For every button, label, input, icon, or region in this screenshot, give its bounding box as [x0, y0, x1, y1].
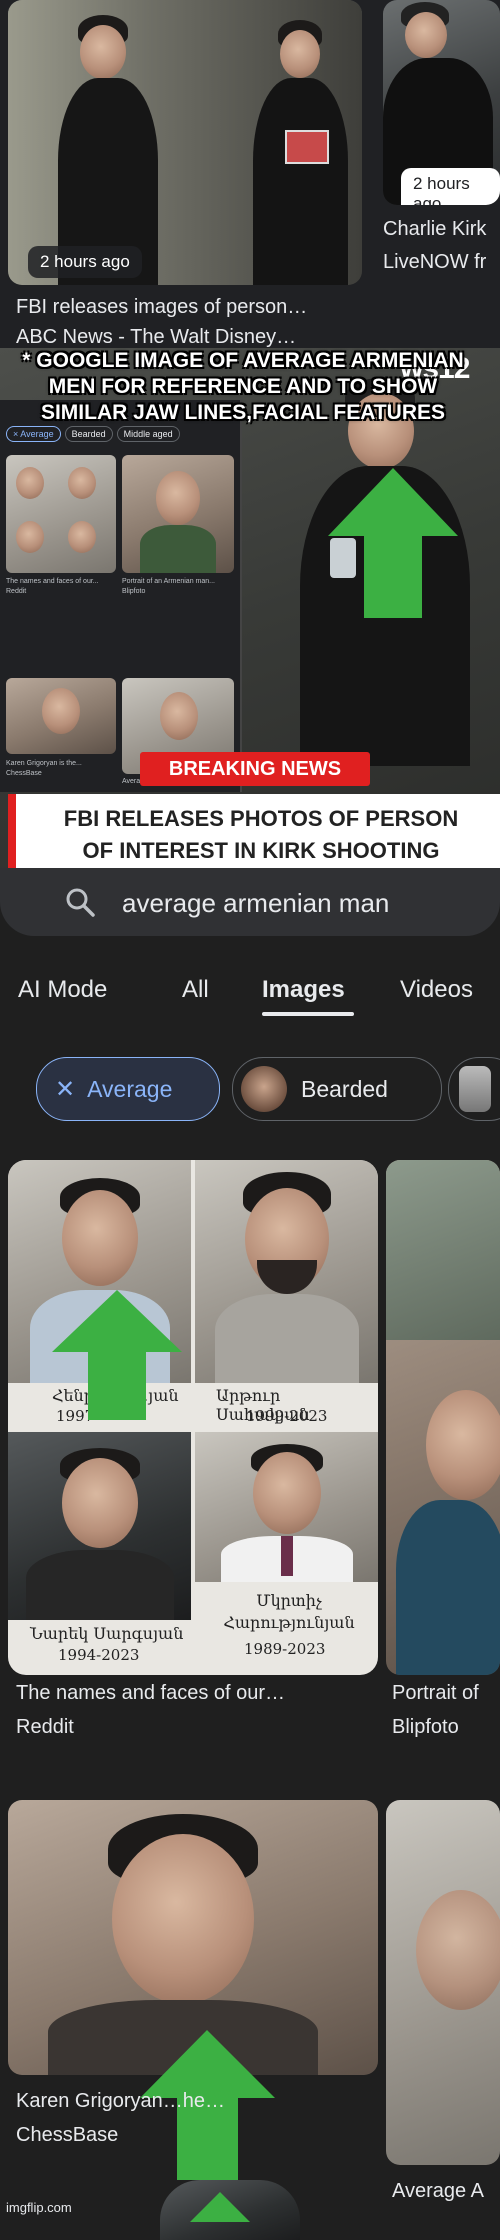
- result-source: ABC News - The Walt Disney…: [16, 326, 297, 348]
- result-source: LiveNOW fr: [383, 251, 487, 273]
- inset-caption: Portrait of an Armenian man...: [122, 578, 215, 585]
- tab-videos[interactable]: Videos: [400, 976, 473, 1004]
- inset-chip: × Average: [6, 426, 61, 442]
- search-icon[interactable]: [64, 886, 96, 918]
- inset-chip: Bearded: [64, 426, 113, 442]
- collage-name: Նարեկ Սարգսյան: [30, 1624, 184, 1643]
- active-tab-indicator: [262, 1012, 354, 1016]
- chip-thumbnail: [241, 1066, 287, 1112]
- time-badge: 2 hours ago: [28, 246, 142, 278]
- inset-caption: Karen Grigoryan is the...: [6, 760, 82, 767]
- tab-all[interactable]: All: [182, 976, 209, 1004]
- inset-source: Reddit: [6, 588, 27, 595]
- chip-label: Average: [87, 1075, 173, 1102]
- result-source: ChessBase: [16, 2124, 119, 2146]
- result-thumbnail-fbi[interactable]: 2 hours ago: [8, 0, 362, 285]
- result-thumbnail-kirk[interactable]: 2 hours ago: [383, 0, 500, 205]
- result-source: Reddit: [16, 1716, 74, 1738]
- headline-line: FBI RELEASES PHOTOS OF PERSON: [63, 806, 459, 831]
- top-results-section: 2 hours ago FBI releases images of perso…: [0, 0, 500, 350]
- time-badge: 2 hours ago: [401, 168, 500, 205]
- arrow-up-icon: [190, 2192, 250, 2222]
- watermark: imgflip.com: [6, 2200, 72, 2215]
- result-thumbnail-portrait[interactable]: [386, 1160, 500, 1675]
- close-icon[interactable]: ✕: [55, 1075, 75, 1104]
- result-caption[interactable]: Charlie Kirk: [383, 218, 486, 241]
- inset-caption: The names and faces of our...: [6, 578, 99, 585]
- search-input[interactable]: average armenian man: [122, 888, 389, 919]
- result-caption[interactable]: Average A: [392, 2180, 484, 2203]
- breaking-news-image: ws12 × Average Bearded Middle aged The n…: [0, 348, 500, 888]
- collage-name: Մկրտիչ Հարությունյան: [223, 1591, 355, 1632]
- collage-years: 1999-2023: [246, 1407, 328, 1425]
- chip-label: Bearded: [301, 1075, 388, 1102]
- collage-years: 1989-2023: [244, 1640, 326, 1658]
- inset-chip: Middle aged: [116, 426, 180, 442]
- chip-bearded[interactable]: Bearded: [232, 1057, 442, 1121]
- result-caption[interactable]: FBI releases images of person…: [16, 296, 307, 319]
- chip-more[interactable]: [448, 1057, 500, 1121]
- search-bar[interactable]: average armenian man: [0, 868, 500, 936]
- tab-images[interactable]: Images: [262, 976, 345, 1004]
- overlay-note: * GOOGLE IMAGE OF AVERAGE ARMENIAN MEN F…: [22, 349, 464, 424]
- arrow-up-icon: [328, 468, 458, 618]
- inset-source: ChessBase: [6, 770, 42, 777]
- breaking-news-banner: BREAKING NEWS: [140, 752, 370, 786]
- result-source: Blipfoto: [392, 1716, 459, 1738]
- headline-line: OF INTEREST IN KIRK SHOOTING: [82, 838, 440, 863]
- inset-source: Blipfoto: [122, 588, 146, 595]
- chip-average[interactable]: ✕ Average: [36, 1057, 220, 1121]
- collage-years: 1994-2023: [58, 1646, 140, 1664]
- result-thumbnail-average[interactable]: [386, 1800, 500, 2165]
- result-caption[interactable]: Karen Grigoryan…he…: [16, 2090, 225, 2113]
- arrow-up-icon: [52, 1290, 182, 1420]
- result-caption[interactable]: The names and faces of our…: [16, 1682, 285, 1705]
- result-caption[interactable]: Portrait of: [392, 1682, 479, 1705]
- tab-ai-mode[interactable]: AI Mode: [18, 976, 107, 1004]
- inset-screenshot: × Average Bearded Middle aged The names …: [0, 400, 242, 792]
